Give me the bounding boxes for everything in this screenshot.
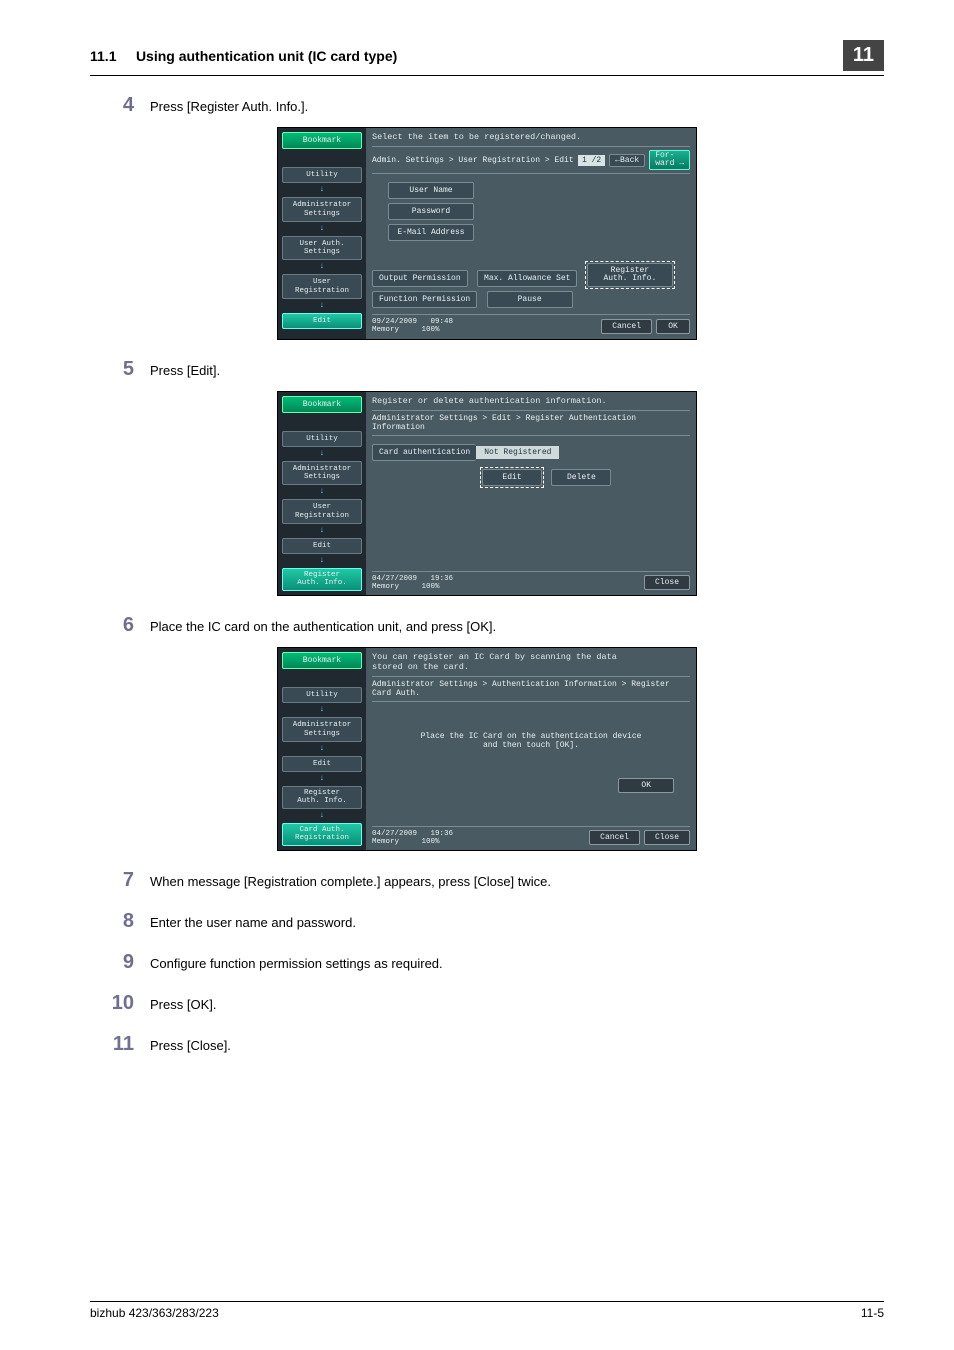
instruction-text: Place the IC Card on the authentication … <box>372 708 690 780</box>
status-bar: 04/27/2009 19:36 Memory 100% <box>372 575 453 592</box>
section-number: 11.1 <box>90 48 116 64</box>
sidebar-item-utility[interactable]: Utility <box>282 167 362 183</box>
chevron-down-icon: ↓ <box>282 527 362 535</box>
register-auth-info-button[interactable]: Register Auth. Info. <box>587 263 673 287</box>
step-number: 6 <box>90 614 150 637</box>
chevron-down-icon: ↓ <box>282 812 362 820</box>
card-auth-value: Not Registered <box>476 446 559 459</box>
sidebar-item-user-reg[interactable]: User Registration <box>282 499 362 524</box>
sidebar-item-card-auth[interactable]: Card Auth. Registration <box>282 823 362 846</box>
step-number: 4 <box>90 94 150 117</box>
step-text: Press [Register Auth. Info.]. <box>150 95 308 114</box>
sidebar-item-edit[interactable]: Edit <box>282 756 362 772</box>
step-number: 10 <box>90 992 150 1015</box>
output-permission-button[interactable]: Output Permission <box>372 270 468 287</box>
chevron-down-icon: ↓ <box>282 775 362 783</box>
edit-button[interactable]: Edit <box>482 469 542 486</box>
chevron-down-icon: ↓ <box>282 706 362 714</box>
footer-page-number: 11-5 <box>861 1306 884 1320</box>
step-number: 5 <box>90 358 150 381</box>
step-text: Enter the user name and password. <box>150 911 356 930</box>
ok-button[interactable]: OK <box>618 778 674 793</box>
step-text: Place the IC card on the authentication … <box>150 615 496 634</box>
sidebar-item-user-reg[interactable]: User Registration <box>282 274 362 299</box>
sidebar-item-user-auth[interactable]: User Auth. Settings <box>282 236 362 261</box>
sidebar-item-utility[interactable]: Utility <box>282 431 362 447</box>
back-button[interactable]: ←Back <box>609 154 645 167</box>
chevron-down-icon: ↓ <box>282 557 362 565</box>
pause-button[interactable]: Pause <box>487 291 573 308</box>
chevron-down-icon: ↓ <box>282 745 362 753</box>
device-screenshot-2: Bookmark Utility ↓ Administrator Setting… <box>277 391 697 597</box>
cancel-button[interactable]: Cancel <box>589 830 640 845</box>
step-text: When message [Registration complete.] ap… <box>150 870 551 889</box>
bookmark-button[interactable]: Bookmark <box>282 132 362 149</box>
chapter-badge: 11 <box>843 40 884 71</box>
sidebar-item-register-auth[interactable]: Register Auth. Info. <box>282 786 362 809</box>
sidebar-item-admin[interactable]: Administrator Settings <box>282 717 362 742</box>
ok-button[interactable]: OK <box>656 319 690 334</box>
section-title: Using authentication unit (IC card type) <box>136 48 397 64</box>
chevron-down-icon: ↓ <box>282 263 362 271</box>
screen-title: You can register an IC Card by scanning … <box>372 652 690 672</box>
step-text: Press [Close]. <box>150 1034 231 1053</box>
function-permission-button[interactable]: Function Permission <box>372 291 477 308</box>
sidebar-item-utility[interactable]: Utility <box>282 687 362 703</box>
step-text: Press [Edit]. <box>150 359 220 378</box>
status-bar: 09/24/2009 09:48 Memory 100% <box>372 318 453 335</box>
footer-product: bizhub 423/363/283/223 <box>90 1306 219 1320</box>
screen-title: Register or delete authentication inform… <box>372 396 690 406</box>
user-name-button[interactable]: User Name <box>388 182 474 199</box>
forward-button[interactable]: For- ward → <box>649 150 690 170</box>
chevron-down-icon: ↓ <box>282 450 362 458</box>
sidebar-item-edit[interactable]: Edit <box>282 313 362 329</box>
email-button[interactable]: E-Mail Address <box>388 224 474 241</box>
page-indicator: 1 /2 <box>578 155 605 166</box>
screen-title: Select the item to be registered/changed… <box>372 132 690 142</box>
device-screenshot-1: Bookmark Utility ↓ Administrator Setting… <box>277 127 697 340</box>
cancel-button[interactable]: Cancel <box>601 319 652 334</box>
sidebar-item-edit[interactable]: Edit <box>282 538 362 554</box>
close-button[interactable]: Close <box>644 575 690 590</box>
breadcrumb: Administrator Settings > Authentication … <box>372 680 690 698</box>
step-number: 7 <box>90 869 150 892</box>
max-allowance-button[interactable]: Max. Allowance Set <box>477 270 577 287</box>
status-bar: 04/27/2009 19:36 Memory 100% <box>372 830 453 847</box>
chevron-down-icon: ↓ <box>282 488 362 496</box>
step-number: 9 <box>90 951 150 974</box>
chevron-down-icon: ↓ <box>282 302 362 310</box>
bookmark-button[interactable]: Bookmark <box>282 652 362 669</box>
close-button[interactable]: Close <box>644 830 690 845</box>
step-text: Press [OK]. <box>150 993 216 1012</box>
page-footer: bizhub 423/363/283/223 11-5 <box>90 1301 884 1320</box>
chevron-down-icon: ↓ <box>282 186 362 194</box>
bookmark-button[interactable]: Bookmark <box>282 396 362 413</box>
section-header: 11.1 Using authentication unit (IC card … <box>90 40 884 76</box>
password-button[interactable]: Password <box>388 203 474 220</box>
step-number: 11 <box>90 1033 150 1056</box>
step-text: Configure function permission settings a… <box>150 952 443 971</box>
device-screenshot-3: Bookmark Utility ↓ Administrator Setting… <box>277 647 697 851</box>
sidebar-item-register-auth[interactable]: Register Auth. Info. <box>282 568 362 591</box>
breadcrumb: Admin. Settings > User Registration > Ed… <box>372 156 574 165</box>
chevron-down-icon: ↓ <box>282 225 362 233</box>
sidebar-item-admin[interactable]: Administrator Settings <box>282 197 362 222</box>
breadcrumb: Administrator Settings > Edit > Register… <box>372 414 690 432</box>
step-number: 8 <box>90 910 150 933</box>
sidebar-item-admin[interactable]: Administrator Settings <box>282 461 362 486</box>
delete-button[interactable]: Delete <box>551 469 611 486</box>
card-auth-label: Card authentication <box>372 444 476 461</box>
